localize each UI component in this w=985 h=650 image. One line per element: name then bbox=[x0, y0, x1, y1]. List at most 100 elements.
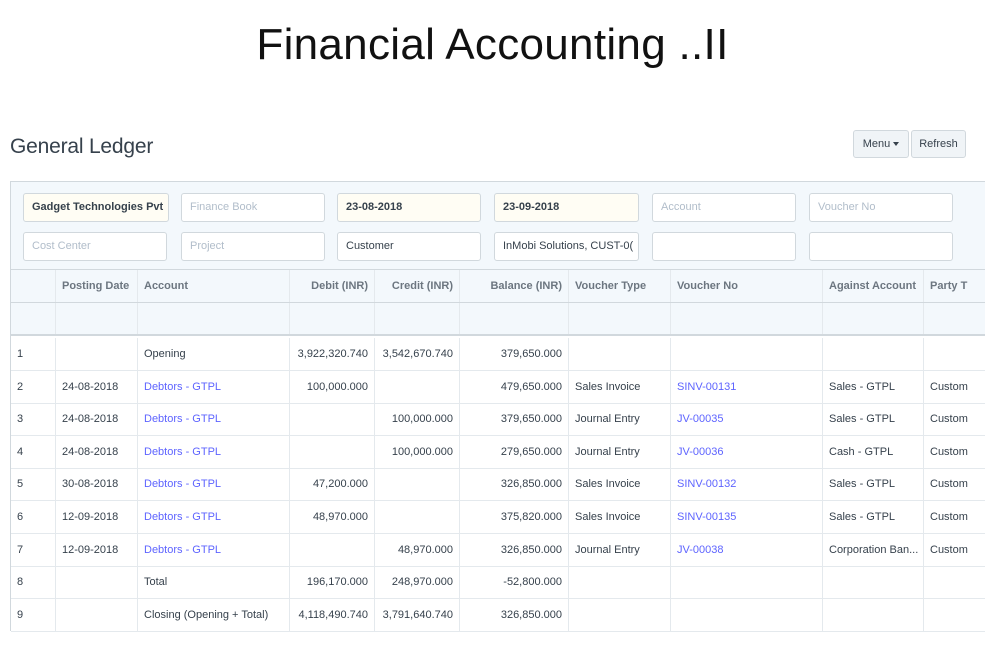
table-cell-party bbox=[924, 599, 985, 631]
table-cell-against: Sales - GTPL bbox=[823, 403, 924, 436]
filter-cell[interactable] bbox=[671, 303, 823, 334]
table-row[interactable]: 7 12-09-2018 Debtors - GTPL 48,970.000 326,8… bbox=[11, 533, 985, 567]
table-cell-party: Custom bbox=[930, 380, 968, 393]
table-cell-credit: 48,970.000 bbox=[375, 533, 460, 566]
table-cell-vno[interactable]: JV-00036 bbox=[671, 435, 823, 468]
account-field[interactable]: Account bbox=[652, 193, 796, 222]
table-cell-debit: 3,922,320.740 bbox=[290, 338, 375, 370]
table-cell-balance: 326,850.000 bbox=[460, 533, 569, 566]
table-cell-debit bbox=[290, 533, 375, 566]
filter-cell[interactable] bbox=[569, 303, 671, 334]
table-cell-party: Custom bbox=[930, 478, 968, 491]
table-cell-idx: 6 bbox=[11, 501, 56, 533]
party-type-field[interactable]: Customer bbox=[337, 232, 481, 261]
table-cell-against bbox=[823, 566, 924, 599]
table-cell-party bbox=[924, 566, 985, 598]
table-cell-idx: 1 bbox=[11, 338, 56, 370]
table-cell-vtype: Sales Invoice bbox=[569, 370, 671, 403]
table-cell-account[interactable]: Debtors - GTPL bbox=[138, 370, 290, 403]
table-cell-vno[interactable]: SINV-00132 bbox=[671, 468, 823, 501]
table-cell-account[interactable]: Debtors - GTPL bbox=[138, 501, 290, 533]
filter-field-extra-2[interactable] bbox=[809, 232, 953, 261]
table-cell-vno bbox=[671, 566, 823, 599]
table-cell-vtype: Journal Entry bbox=[569, 533, 671, 566]
to-date-field[interactable]: 23-09-2018 bbox=[494, 193, 639, 222]
filter-cell[interactable] bbox=[290, 303, 375, 334]
column-header-party-type[interactable]: Party T bbox=[924, 270, 985, 302]
table-cell-vtype: Sales Invoice bbox=[569, 501, 671, 533]
filter-field-extra-1[interactable] bbox=[652, 232, 796, 261]
voucher-no-field[interactable]: Voucher No bbox=[809, 193, 953, 222]
table-row[interactable]: 5 30-08-2018 Debtors - GTPL 47,200.000 326,8… bbox=[11, 468, 985, 502]
column-header-voucher-type[interactable]: Voucher Type bbox=[569, 270, 671, 302]
column-header-posting-date[interactable]: Posting Date bbox=[56, 270, 138, 302]
filter-cell bbox=[11, 303, 56, 334]
table-row[interactable]: 9 Closing (Opening + Total) 4,118,490.740 3… bbox=[11, 598, 985, 632]
table-cell-vno[interactable]: JV-00038 bbox=[671, 533, 823, 566]
table-cell-date bbox=[56, 338, 138, 370]
column-header-account[interactable]: Account bbox=[138, 270, 290, 302]
table-row[interactable]: 4 24-08-2018 Debtors - GTPL 100,000.000 279,… bbox=[11, 435, 985, 469]
filter-cell[interactable] bbox=[924, 303, 985, 334]
cost-center-field[interactable]: Cost Center bbox=[23, 232, 167, 261]
table-cell-idx: 9 bbox=[11, 598, 56, 631]
table-row[interactable]: 3 24-08-2018 Debtors - GTPL 100,000.000 379,… bbox=[11, 403, 985, 437]
table-cell-date: 24-08-2018 bbox=[56, 370, 138, 403]
page-header: General Ledger Menu Refresh bbox=[0, 128, 985, 168]
page-title: General Ledger bbox=[10, 135, 154, 158]
table-cell-vtype: Journal Entry bbox=[569, 403, 671, 436]
table-cell-date bbox=[56, 598, 138, 631]
table-cell-debit: 4,118,490.740 bbox=[290, 598, 375, 631]
refresh-button[interactable]: Refresh bbox=[911, 130, 966, 158]
table-cell-account[interactable]: Debtors - GTPL bbox=[138, 435, 290, 468]
table-cell-vno[interactable]: JV-00035 bbox=[671, 403, 823, 436]
table-cell-against: Sales - GTPL bbox=[823, 468, 924, 501]
table-cell-idx: 4 bbox=[11, 435, 56, 468]
ledger-table: Posting Date Account Debit (INR) Credit … bbox=[11, 270, 985, 632]
filter-cell[interactable] bbox=[375, 303, 460, 334]
column-header-voucher-no[interactable]: Voucher No bbox=[671, 270, 823, 302]
filter-cell[interactable] bbox=[56, 303, 138, 334]
table-cell-account[interactable]: Debtors - GTPL bbox=[138, 403, 290, 436]
table-cell-debit: 196,170.000 bbox=[290, 566, 375, 599]
table-cell-date: 12-09-2018 bbox=[56, 501, 138, 533]
table-cell-party bbox=[924, 338, 985, 370]
table-row[interactable]: 2 24-08-2018 Debtors - GTPL 100,000.000 479,… bbox=[11, 370, 985, 404]
table-cell-account[interactable]: Debtors - GTPL bbox=[138, 533, 290, 566]
finance-book-field[interactable]: Finance Book bbox=[181, 193, 325, 222]
table-cell-against: Sales - GTPL bbox=[823, 501, 924, 533]
table-cell-against: Sales - GTPL bbox=[823, 370, 924, 403]
from-date-field[interactable]: 23-08-2018 bbox=[337, 193, 481, 222]
company-field[interactable]: Gadget Technologies Pvt bbox=[23, 193, 169, 222]
menu-button[interactable]: Menu bbox=[853, 130, 909, 158]
table-cell-debit bbox=[290, 403, 375, 436]
project-field[interactable]: Project bbox=[181, 232, 325, 261]
filter-cell[interactable] bbox=[823, 303, 924, 334]
slide-title: Financial Accounting ..II bbox=[256, 20, 729, 69]
column-header-against-account[interactable]: Against Account bbox=[823, 270, 924, 302]
table-row[interactable]: 6 12-09-2018 Debtors - GTPL 48,970.000 375,8… bbox=[11, 501, 985, 534]
table-cell-date: 30-08-2018 bbox=[56, 468, 138, 501]
column-header-credit[interactable]: Credit (INR) bbox=[375, 270, 460, 302]
table-cell-debit: 47,200.000 bbox=[290, 468, 375, 501]
table-row[interactable]: 1 Opening 3,922,320.740 3,542,670.740 379,65… bbox=[11, 338, 985, 371]
table-cell-vno[interactable]: SINV-00131 bbox=[671, 370, 823, 403]
table-row[interactable]: 8 Total 196,170.000 248,970.000 -52,800.000 bbox=[11, 566, 985, 600]
column-header-debit[interactable]: Debit (INR) bbox=[290, 270, 375, 302]
table-cell-party: Custom bbox=[930, 445, 968, 458]
table-cell-credit: 100,000.000 bbox=[375, 403, 460, 436]
party-field[interactable]: InMobi Solutions, CUST-0( bbox=[494, 232, 639, 261]
table-cell-against bbox=[823, 338, 924, 370]
table-cell-credit bbox=[375, 370, 460, 403]
filter-cell[interactable] bbox=[138, 303, 290, 334]
table-cell-vno[interactable]: SINV-00135 bbox=[671, 501, 823, 533]
table-cell-date: 24-08-2018 bbox=[56, 403, 138, 436]
column-header-index bbox=[11, 270, 56, 302]
menu-button-label: Menu bbox=[862, 138, 891, 150]
table-cell-vtype bbox=[569, 338, 671, 370]
report-panel: Gadget Technologies Pvt Finance Book 23-… bbox=[10, 181, 985, 632]
table-cell-account[interactable]: Debtors - GTPL bbox=[138, 468, 290, 501]
table-cell-vtype: Sales Invoice bbox=[569, 468, 671, 501]
column-header-balance[interactable]: Balance (INR) bbox=[460, 270, 569, 302]
filter-cell[interactable] bbox=[460, 303, 569, 334]
